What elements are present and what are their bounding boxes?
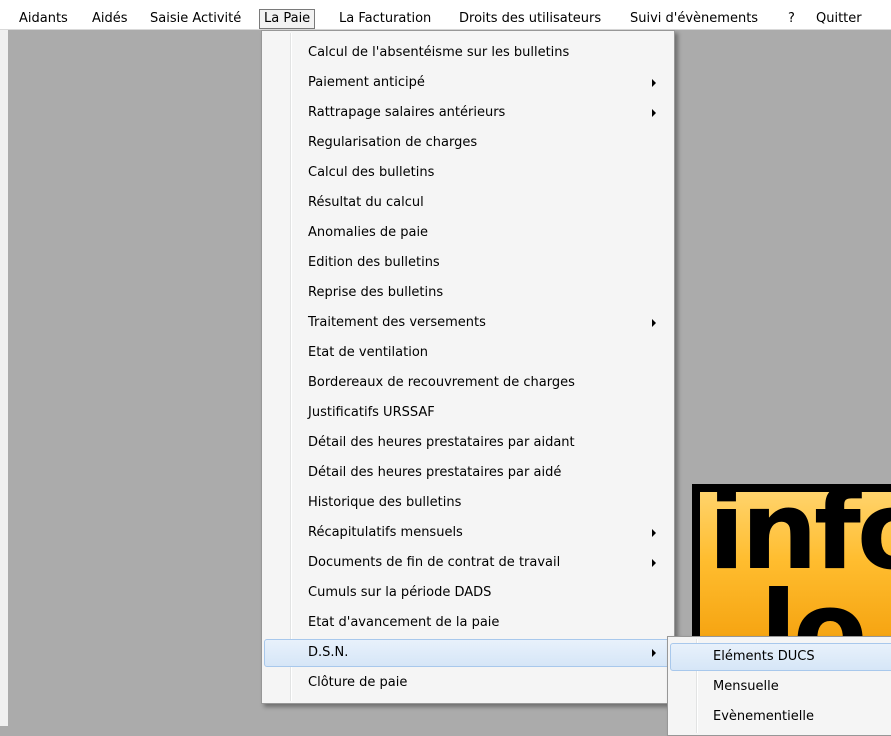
- menu-item-historique-bulletins[interactable]: Historique des bulletins: [264, 489, 672, 517]
- submenu-arrow-icon: [652, 529, 656, 537]
- menu-item-label: Reprise des bulletins: [308, 285, 444, 300]
- logo-background: info lo: [700, 492, 891, 644]
- logo-text-line2: lo: [760, 569, 867, 645]
- submenu-arrow-icon: [652, 109, 656, 117]
- menu-item-calcul-bulletins[interactable]: Calcul des bulletins: [264, 159, 672, 187]
- menu-item-label: Récapitulatifs mensuels: [308, 525, 463, 540]
- menu-item-detail-heures-aide[interactable]: Détail des heures prestataires par aidé: [264, 459, 672, 487]
- submenu-arrow-icon: [652, 649, 656, 657]
- menu-item-edition-bulletins[interactable]: Edition des bulletins: [264, 249, 672, 277]
- menu-item-label: Cumuls sur la période DADS: [308, 585, 492, 600]
- menu-item-label: Détail des heures prestataires par aidé: [308, 465, 562, 480]
- menu-item-regularisation-charges[interactable]: Regularisation de charges: [264, 129, 672, 157]
- la-paie-dropdown-menu: Calcul de l'absentéisme sur les bulletin…: [261, 30, 675, 704]
- menu-aides[interactable]: Aidés: [88, 9, 132, 29]
- menu-droits-utilisateurs[interactable]: Droits des utilisateurs: [455, 9, 605, 29]
- menu-item-label: Etat d'avancement de la paie: [308, 615, 500, 630]
- menu-item-label: Calcul de l'absentéisme sur les bulletin…: [308, 45, 570, 60]
- submenu-arrow-icon: [652, 79, 656, 87]
- menu-item-cloture-paie[interactable]: Clôture de paie: [264, 669, 672, 697]
- menu-aidants[interactable]: Aidants: [15, 9, 72, 29]
- menu-item-traitement-versements[interactable]: Traitement des versements: [264, 309, 672, 337]
- menu-quitter[interactable]: Quitter: [812, 9, 866, 29]
- menu-item-rattrapage-salaires[interactable]: Rattrapage salaires antérieurs: [264, 99, 672, 127]
- menu-item-anomalies-paie[interactable]: Anomalies de paie: [264, 219, 672, 247]
- menu-item-label: Etat de ventilation: [308, 345, 429, 360]
- menu-item-recapitulatifs-mensuels[interactable]: Récapitulatifs mensuels: [264, 519, 672, 547]
- menu-item-label: Rattrapage salaires antérieurs: [308, 105, 506, 120]
- menu-item-etat-ventilation[interactable]: Etat de ventilation: [264, 339, 672, 367]
- submenu-item-label: Mensuelle: [713, 679, 779, 694]
- menu-item-label: Détail des heures prestataires par aidan…: [308, 435, 575, 450]
- submenu-item-evenementielle[interactable]: Evènementielle: [670, 703, 891, 731]
- submenu-item-label: Evènementielle: [713, 709, 814, 724]
- menu-item-label: D.S.N.: [308, 645, 349, 660]
- menu-item-label: Paiement anticipé: [308, 75, 425, 90]
- dsn-submenu: Eléments DUCS Mensuelle Evènementielle: [667, 636, 891, 736]
- submenu-item-elements-ducs[interactable]: Eléments DUCS: [670, 643, 891, 671]
- menu-item-paiement-anticipe[interactable]: Paiement anticipé: [264, 69, 672, 97]
- menu-item-bordereaux-recouvrement[interactable]: Bordereaux de recouvrement de charges: [264, 369, 672, 397]
- window-left-edge: [0, 30, 8, 726]
- menu-item-dsn[interactable]: D.S.N.: [264, 639, 672, 667]
- submenu-arrow-icon: [652, 319, 656, 327]
- menu-item-cumuls-dads[interactable]: Cumuls sur la période DADS: [264, 579, 672, 607]
- menu-item-label: Clôture de paie: [308, 675, 408, 690]
- menu-item-resultat-calcul[interactable]: Résultat du calcul: [264, 189, 672, 217]
- menu-la-facturation[interactable]: La Facturation: [335, 9, 435, 29]
- menu-item-label: Regularisation de charges: [308, 135, 478, 150]
- menu-la-paie[interactable]: La Paie: [259, 9, 316, 29]
- menu-item-label: Traitement des versements: [308, 315, 486, 330]
- menu-item-label: Historique des bulletins: [308, 495, 462, 510]
- menu-item-detail-heures-aidant[interactable]: Détail des heures prestataires par aidan…: [264, 429, 672, 457]
- menu-item-label: Bordereaux de recouvrement de charges: [308, 375, 575, 390]
- menu-item-label: Justificatifs URSSAF: [308, 405, 435, 420]
- info-logo: info lo: [692, 484, 891, 644]
- menu-item-label: Edition des bulletins: [308, 255, 440, 270]
- menu-item-documents-fin-contrat[interactable]: Documents de fin de contrat de travail: [264, 549, 672, 577]
- menu-item-calcul-absenteisme[interactable]: Calcul de l'absentéisme sur les bulletin…: [264, 39, 672, 67]
- submenu-item-mensuelle[interactable]: Mensuelle: [670, 673, 891, 701]
- menu-item-label: Anomalies de paie: [308, 225, 429, 240]
- submenu-item-label: Eléments DUCS: [713, 649, 815, 664]
- menu-item-justificatifs-urssaf[interactable]: Justificatifs URSSAF: [264, 399, 672, 427]
- menu-item-label: Documents de fin de contrat de travail: [308, 555, 561, 570]
- menu-item-reprise-bulletins[interactable]: Reprise des bulletins: [264, 279, 672, 307]
- menu-item-label: Résultat du calcul: [308, 195, 424, 210]
- submenu-arrow-icon: [652, 559, 656, 567]
- menu-bar: Aidants Aidés Saisie Activité La Paie La…: [0, 0, 891, 30]
- menu-item-label: Calcul des bulletins: [308, 165, 435, 180]
- menu-item-etat-avancement[interactable]: Etat d'avancement de la paie: [264, 609, 672, 637]
- menu-suivi-evenements[interactable]: Suivi d'évènements: [626, 9, 762, 29]
- menu-saisie-activite[interactable]: Saisie Activité: [146, 9, 245, 29]
- menu-help[interactable]: ?: [784, 9, 799, 29]
